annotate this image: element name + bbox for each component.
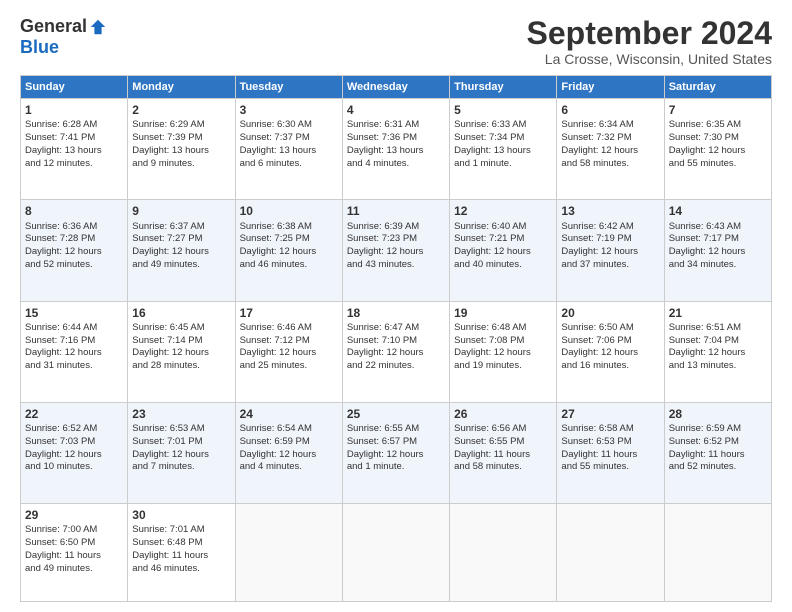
logo-general-text: General xyxy=(20,16,87,37)
table-row: 12Sunrise: 6:40 AMSunset: 7:21 PMDayligh… xyxy=(450,200,557,301)
table-row: 8Sunrise: 6:36 AMSunset: 7:28 PMDaylight… xyxy=(21,200,128,301)
header: General Blue September 2024 La Crosse, W… xyxy=(20,16,772,67)
table-row xyxy=(557,504,664,602)
table-row: 30Sunrise: 7:01 AMSunset: 6:48 PMDayligh… xyxy=(128,504,235,602)
table-row: 11Sunrise: 6:39 AMSunset: 7:23 PMDayligh… xyxy=(342,200,449,301)
table-row: 1Sunrise: 6:28 AMSunset: 7:41 PMDaylight… xyxy=(21,99,128,200)
table-row: 29Sunrise: 7:00 AMSunset: 6:50 PMDayligh… xyxy=(21,504,128,602)
col-thursday: Thursday xyxy=(450,76,557,99)
table-row xyxy=(235,504,342,602)
table-row: 19Sunrise: 6:48 AMSunset: 7:08 PMDayligh… xyxy=(450,301,557,402)
col-friday: Friday xyxy=(557,76,664,99)
table-row: 7Sunrise: 6:35 AMSunset: 7:30 PMDaylight… xyxy=(664,99,771,200)
table-row: 22Sunrise: 6:52 AMSunset: 7:03 PMDayligh… xyxy=(21,402,128,503)
table-row: 4Sunrise: 6:31 AMSunset: 7:36 PMDaylight… xyxy=(342,99,449,200)
table-row xyxy=(450,504,557,602)
table-row: 21Sunrise: 6:51 AMSunset: 7:04 PMDayligh… xyxy=(664,301,771,402)
table-row: 25Sunrise: 6:55 AMSunset: 6:57 PMDayligh… xyxy=(342,402,449,503)
col-saturday: Saturday xyxy=(664,76,771,99)
table-row: 20Sunrise: 6:50 AMSunset: 7:06 PMDayligh… xyxy=(557,301,664,402)
col-monday: Monday xyxy=(128,76,235,99)
table-row: 17Sunrise: 6:46 AMSunset: 7:12 PMDayligh… xyxy=(235,301,342,402)
table-row: 2Sunrise: 6:29 AMSunset: 7:39 PMDaylight… xyxy=(128,99,235,200)
calendar-header-row: Sunday Monday Tuesday Wednesday Thursday… xyxy=(21,76,772,99)
col-wednesday: Wednesday xyxy=(342,76,449,99)
logo: General Blue xyxy=(20,16,107,58)
table-row: 10Sunrise: 6:38 AMSunset: 7:25 PMDayligh… xyxy=(235,200,342,301)
table-row: 27Sunrise: 6:58 AMSunset: 6:53 PMDayligh… xyxy=(557,402,664,503)
table-row: 14Sunrise: 6:43 AMSunset: 7:17 PMDayligh… xyxy=(664,200,771,301)
table-row: 16Sunrise: 6:45 AMSunset: 7:14 PMDayligh… xyxy=(128,301,235,402)
table-row xyxy=(342,504,449,602)
col-tuesday: Tuesday xyxy=(235,76,342,99)
table-row xyxy=(664,504,771,602)
table-row: 13Sunrise: 6:42 AMSunset: 7:19 PMDayligh… xyxy=(557,200,664,301)
title-section: September 2024 La Crosse, Wisconsin, Uni… xyxy=(527,16,772,67)
month-title: September 2024 xyxy=(527,16,772,51)
table-row: 6Sunrise: 6:34 AMSunset: 7:32 PMDaylight… xyxy=(557,99,664,200)
logo-icon xyxy=(89,18,107,36)
col-sunday: Sunday xyxy=(21,76,128,99)
table-row: 23Sunrise: 6:53 AMSunset: 7:01 PMDayligh… xyxy=(128,402,235,503)
table-row: 9Sunrise: 6:37 AMSunset: 7:27 PMDaylight… xyxy=(128,200,235,301)
calendar-table: Sunday Monday Tuesday Wednesday Thursday… xyxy=(20,75,772,602)
table-row: 24Sunrise: 6:54 AMSunset: 6:59 PMDayligh… xyxy=(235,402,342,503)
table-row: 3Sunrise: 6:30 AMSunset: 7:37 PMDaylight… xyxy=(235,99,342,200)
table-row: 18Sunrise: 6:47 AMSunset: 7:10 PMDayligh… xyxy=(342,301,449,402)
logo-blue-text: Blue xyxy=(20,37,59,57)
table-row: 28Sunrise: 6:59 AMSunset: 6:52 PMDayligh… xyxy=(664,402,771,503)
table-row: 5Sunrise: 6:33 AMSunset: 7:34 PMDaylight… xyxy=(450,99,557,200)
location: La Crosse, Wisconsin, United States xyxy=(527,51,772,67)
page: General Blue September 2024 La Crosse, W… xyxy=(0,0,792,612)
table-row: 26Sunrise: 6:56 AMSunset: 6:55 PMDayligh… xyxy=(450,402,557,503)
table-row: 15Sunrise: 6:44 AMSunset: 7:16 PMDayligh… xyxy=(21,301,128,402)
